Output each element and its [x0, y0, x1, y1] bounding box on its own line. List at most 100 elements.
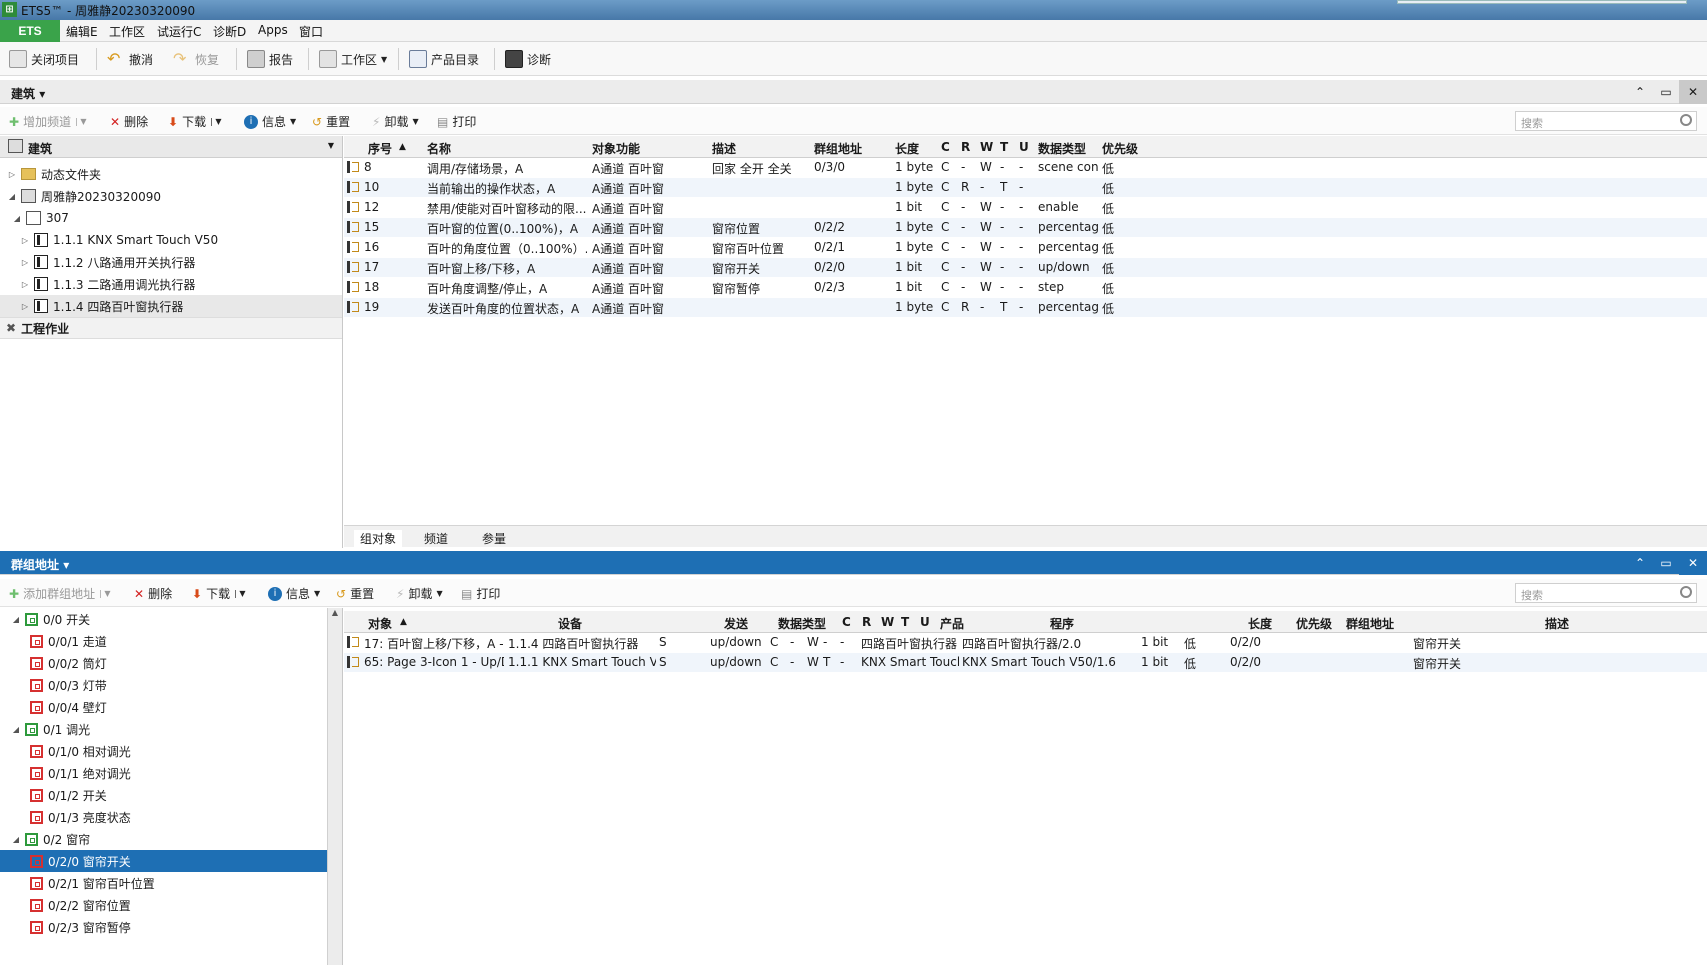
- undo-button[interactable]: ↶ 撤消: [107, 50, 153, 68]
- unload-button[interactable]: ⚡ 卸载 ▼: [396, 585, 443, 602]
- expand-icon[interactable]: ▷: [21, 258, 29, 267]
- tree-item-room[interactable]: ◢ 307: [13, 207, 69, 229]
- column-header[interactable]: 发送: [724, 615, 748, 632]
- catalog-button[interactable]: 产品目录: [409, 50, 479, 68]
- tree-item-device[interactable]: ▷ 1.1.3 二路通用调光执行器: [21, 273, 195, 295]
- tree-item-group-address[interactable]: 0/1/1 绝对调光: [0, 762, 327, 784]
- collapse-icon[interactable]: ◢: [12, 615, 20, 624]
- column-header[interactable]: 优先级: [1296, 615, 1332, 632]
- menu-commissioning[interactable]: 试运行C: [157, 23, 201, 40]
- chevron-down-icon[interactable]: ▼: [328, 141, 334, 150]
- tree-item-group-address[interactable]: 0/2/2 窗帘位置: [0, 894, 327, 916]
- info-button[interactable]: i 信息 ▼: [268, 585, 320, 602]
- table-row[interactable]: 12 禁用/使能对百叶窗移动的限... A通道 百叶窗 1 bit C - W - - enabl…: [344, 198, 1707, 217]
- column-header[interactable]: U: [1019, 140, 1029, 154]
- column-header[interactable]: 长度: [1248, 615, 1272, 632]
- column-header[interactable]: 描述: [712, 140, 736, 157]
- download-button[interactable]: ⬇ 下载 | ▼: [192, 585, 245, 602]
- table-row[interactable]: 15 百叶窗的位置(0..100%)，A A通道 百叶窗 窗帘位置 0/2/2 1 byt…: [344, 218, 1707, 237]
- tree-item-group-address[interactable]: 0/0/4 壁灯: [0, 696, 327, 718]
- menu-edit[interactable]: 编辑E: [66, 23, 98, 40]
- expand-icon[interactable]: ▷: [21, 280, 29, 289]
- table-row[interactable]: 17: 百叶窗上移/下移，A - A通道... 1.1.4 四路百叶窗执行器 Sup…: [344, 633, 1707, 652]
- tree-item-group-address[interactable]: 0/2/3 窗帘暂停: [0, 916, 327, 938]
- project-work-section[interactable]: ✖ 工程作业: [0, 317, 342, 339]
- maximize-icon[interactable]: ▭: [1653, 551, 1679, 575]
- collapse-icon[interactable]: ⌃: [1627, 551, 1653, 575]
- column-header[interactable]: T: [1000, 140, 1008, 154]
- delete-button[interactable]: ✕ 删除: [110, 113, 148, 130]
- reset-button[interactable]: ↺ 重置: [312, 113, 350, 130]
- diagnostics-button[interactable]: 诊断: [505, 50, 551, 68]
- column-header[interactable]: 设备: [558, 615, 582, 632]
- building-tree-header[interactable]: 建筑 ▼: [0, 136, 342, 158]
- collapse-icon[interactable]: ⌃: [1627, 80, 1653, 104]
- collapse-icon[interactable]: ◢: [8, 192, 16, 201]
- column-header[interactable]: 对象: [368, 615, 392, 632]
- table-row[interactable]: 19 发送百叶角度的位置状态，A A通道 百叶窗 1 byte C R - T - percent…: [344, 298, 1707, 317]
- tree-item-group-address[interactable]: 0/2/0 窗帘开关: [0, 850, 327, 872]
- group-search-input[interactable]: 搜索: [1515, 583, 1697, 603]
- column-header[interactable]: C: [941, 140, 950, 154]
- column-header[interactable]: 描述: [1545, 615, 1569, 632]
- building-search-input[interactable]: 搜索: [1515, 111, 1697, 131]
- column-header[interactable]: 长度: [895, 140, 919, 157]
- maximize-icon[interactable]: ▭: [1653, 80, 1679, 104]
- tab-parameters[interactable]: 参量: [482, 530, 506, 547]
- group-address-panel-title[interactable]: 群组地址 ▾: [11, 556, 69, 573]
- menu-window[interactable]: 窗口: [299, 23, 323, 40]
- column-header[interactable]: 群组地址: [1346, 615, 1394, 632]
- tab-group-objects[interactable]: 组对象: [354, 530, 403, 547]
- print-button[interactable]: ▤ 打印: [437, 113, 476, 130]
- table-row[interactable]: 8 调用/存储场景，A A通道 百叶窗 回家 全开 全关 0/3/0 1 byte C - W -…: [344, 158, 1707, 177]
- collapse-icon[interactable]: ◢: [13, 214, 21, 223]
- print-button[interactable]: ▤ 打印: [461, 585, 500, 602]
- column-header[interactable]: 群组地址: [814, 140, 862, 157]
- info-button[interactable]: i 信息 ▼: [244, 113, 296, 130]
- table-row[interactable]: 10 当前输出的操作状态，A A通道 百叶窗 1 byte C R - T - 低: [344, 178, 1707, 197]
- tree-item-group-address[interactable]: 0/0/3 灯带: [0, 674, 327, 696]
- column-header[interactable]: R: [862, 615, 871, 629]
- column-header[interactable]: W: [980, 140, 993, 154]
- column-header[interactable]: 数据类型: [778, 615, 826, 632]
- collapse-icon[interactable]: ◢: [12, 725, 20, 734]
- tree-item-device[interactable]: ▷ 1.1.1 KNX Smart Touch V50: [21, 229, 218, 251]
- add-group-address-button[interactable]: ✚ 添加群组地址 | ▼: [9, 585, 110, 602]
- table-row[interactable]: 65: Page 3-Icon 1 - Up/Down 1.1.1 KNX Sma…: [344, 653, 1707, 672]
- column-header[interactable]: 名称: [427, 140, 451, 157]
- tree-item-main-group[interactable]: ◢ 0/0 开关: [0, 608, 327, 630]
- table-row[interactable]: 17 百叶窗上移/下移，A A通道 百叶窗 窗帘开关 0/2/0 1 bit C - W - - up…: [344, 258, 1707, 277]
- column-header[interactable]: U: [920, 615, 930, 629]
- expand-icon[interactable]: ▷: [21, 236, 29, 245]
- column-header[interactable]: C: [842, 615, 851, 629]
- column-header[interactable]: R: [961, 140, 970, 154]
- column-header[interactable]: 优先级: [1102, 140, 1138, 157]
- close-project-button[interactable]: 关闭项目: [9, 50, 79, 68]
- scroll-up-icon[interactable]: ▲: [328, 608, 342, 617]
- tree-item-project[interactable]: ◢ 周雅静20230320090: [8, 185, 161, 207]
- tree-item-main-group[interactable]: ◢ 0/1 调光: [0, 718, 327, 740]
- table-row[interactable]: 18 百叶角度调整/停止，A A通道 百叶窗 窗帘暂停 0/2/3 1 bit C - W - - s…: [344, 278, 1707, 297]
- close-icon[interactable]: ✕: [1679, 80, 1707, 104]
- workspace-button[interactable]: 工作区 ▼: [319, 50, 387, 68]
- tree-item-group-address[interactable]: 0/0/1 走道: [0, 630, 327, 652]
- expand-icon[interactable]: ▷: [8, 170, 16, 179]
- add-channel-button[interactable]: ✚ 增加频道 | ▼: [9, 113, 86, 130]
- column-header[interactable]: 程序: [1050, 615, 1074, 632]
- column-header[interactable]: T: [901, 615, 909, 629]
- tree-item-device[interactable]: ▷ 1.1.2 八路通用开关执行器: [21, 251, 195, 273]
- tree-item-main-group[interactable]: ◢ 0/2 窗帘: [0, 828, 327, 850]
- ets-menu-button[interactable]: ETS: [0, 20, 60, 42]
- menu-apps[interactable]: Apps: [258, 23, 288, 37]
- tree-item-group-address[interactable]: 0/2/1 窗帘百叶位置: [0, 872, 327, 894]
- column-header[interactable]: 序号: [368, 140, 392, 157]
- delete-button[interactable]: ✕ 删除: [134, 585, 172, 602]
- tree-item-device-selected[interactable]: ▷ 1.1.4 四路百叶窗执行器: [0, 295, 342, 317]
- column-header[interactable]: 数据类型: [1038, 140, 1086, 157]
- column-header[interactable]: 产品: [940, 615, 964, 632]
- table-row[interactable]: 16 百叶的角度位置（0..100%）... A通道 百叶窗 窗帘百叶位置 0/2/1 1…: [344, 238, 1707, 257]
- window-controls[interactable]: [1397, 0, 1687, 4]
- tree-item-dynamic-folder[interactable]: ▷ 动态文件夹: [8, 163, 101, 185]
- report-button[interactable]: 报告: [247, 50, 293, 68]
- close-icon[interactable]: ✕: [1679, 551, 1707, 575]
